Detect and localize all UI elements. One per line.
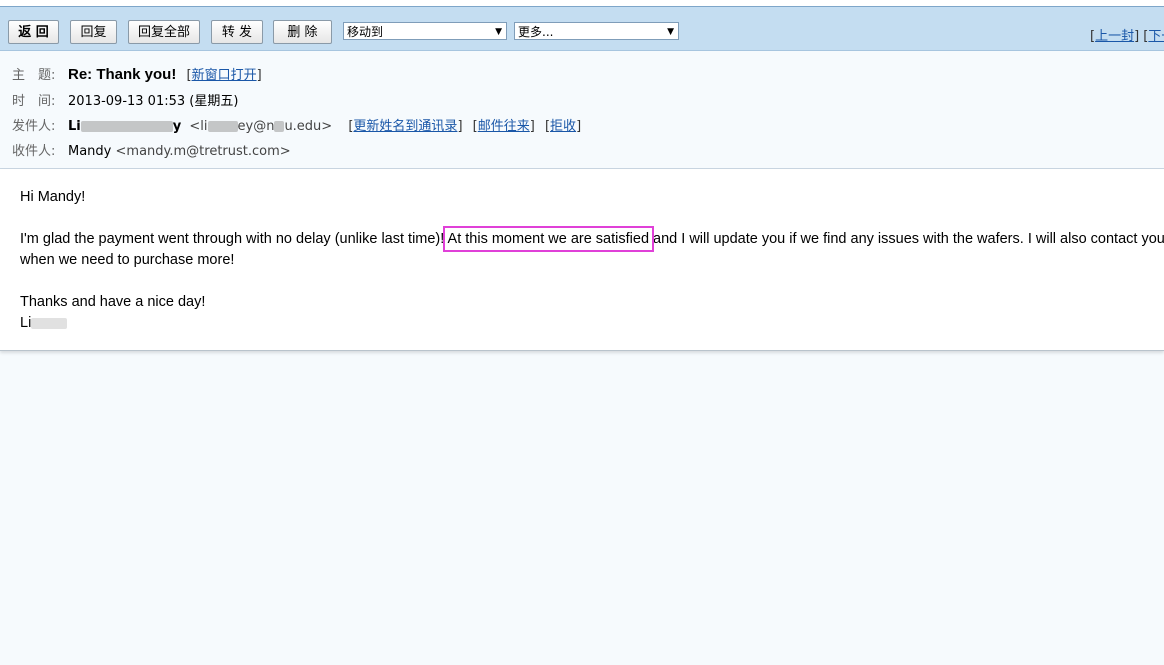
redacted-email <box>207 121 238 132</box>
paragraph-line-1: I'm glad the payment went through with n… <box>20 226 1164 252</box>
move-to-value: 移动到 <box>347 25 384 39</box>
from-email-start: <li <box>189 119 208 134</box>
update-contact-link[interactable]: 更新姓名到通讯录 <box>353 119 457 134</box>
line1-before: I'm glad the payment went through with n… <box>20 231 448 247</box>
redacted-domain <box>274 121 285 132</box>
from-email-mid: ey@n <box>237 119 275 134</box>
more-select[interactable]: 更多... ▼ <box>514 22 679 40</box>
time-value: 2013-09-13 01:53 (星期五) <box>68 94 239 109</box>
time-label: 时 间: <box>12 94 56 109</box>
highlighted-text: At this moment we are satisfied <box>442 226 655 252</box>
closing: Thanks and have a nice day! <box>20 294 206 310</box>
to-row: 收件人: Mandy <mandy.m@tretrust.com> <box>12 140 291 159</box>
dropdown-arrow-icon: ▼ <box>495 27 502 37</box>
mail-history-link[interactable]: 邮件往来 <box>478 119 530 134</box>
redacted-signature <box>31 317 68 329</box>
dropdown-arrow-icon: ▼ <box>667 27 674 37</box>
from-label: 发件人: <box>12 119 56 134</box>
to-email: <mandy.m@tretrust.com> <box>115 144 291 159</box>
pager: [上一封] [下一 <box>1090 25 1164 44</box>
from-name-end: y <box>172 119 182 134</box>
delete-button[interactable]: 删 除 <box>273 20 332 44</box>
signature: Li <box>20 313 68 334</box>
subject-label: 主 题: <box>12 68 56 83</box>
more-value: 更多... <box>518 25 554 39</box>
open-new-window-link[interactable]: 新窗口打开 <box>192 68 257 83</box>
move-to-select[interactable]: 移动到 ▼ <box>343 22 507 40</box>
time-row: 时 间: 2013-09-13 01:53 (星期五) <box>12 90 238 109</box>
mail-header: 主 题: Re: Thank you! [新窗口打开] 时 间: 2013-09-1… <box>0 51 1164 169</box>
subject-row: 主 题: Re: Thank you! [新窗口打开] <box>12 66 262 83</box>
greeting: Hi Mandy! <box>20 189 86 205</box>
reply-all-button[interactable]: 回复全部 <box>128 20 200 44</box>
top-border <box>0 0 1164 7</box>
mail-body: Hi Mandy! I'm glad the payment went thro… <box>0 169 1164 351</box>
prev-mail-link[interactable]: 上一封 <box>1095 29 1134 44</box>
from-email-end: u.edu> <box>284 119 333 134</box>
from-name-start: Li <box>68 119 81 134</box>
reject-link[interactable]: 拒收 <box>550 119 576 134</box>
from-row: 发件人: Li y <li ey@n u.edu> [更新姓名到通讯录] [邮件往来] … <box>12 115 581 134</box>
next-mail-link[interactable]: 下一 <box>1148 29 1164 44</box>
to-label: 收件人: <box>12 144 56 159</box>
signature-start: Li <box>20 315 32 331</box>
forward-button[interactable]: 转 发 <box>211 20 263 44</box>
line1-after: and I will update you if we find any iss… <box>649 231 1164 247</box>
mail-toolbar: 返 回 回复 回复全部 转 发 删 除 移动到 ▼ 更多... ▼ [上一封] … <box>0 7 1164 51</box>
subject-text: Re: Thank you! <box>68 66 177 83</box>
to-name: Mandy <box>68 144 112 159</box>
back-button[interactable]: 返 回 <box>8 20 59 44</box>
reply-button[interactable]: 回复 <box>70 20 117 44</box>
redacted-name <box>80 121 173 132</box>
paragraph-line-2: when we need to purchase more! <box>20 252 235 268</box>
